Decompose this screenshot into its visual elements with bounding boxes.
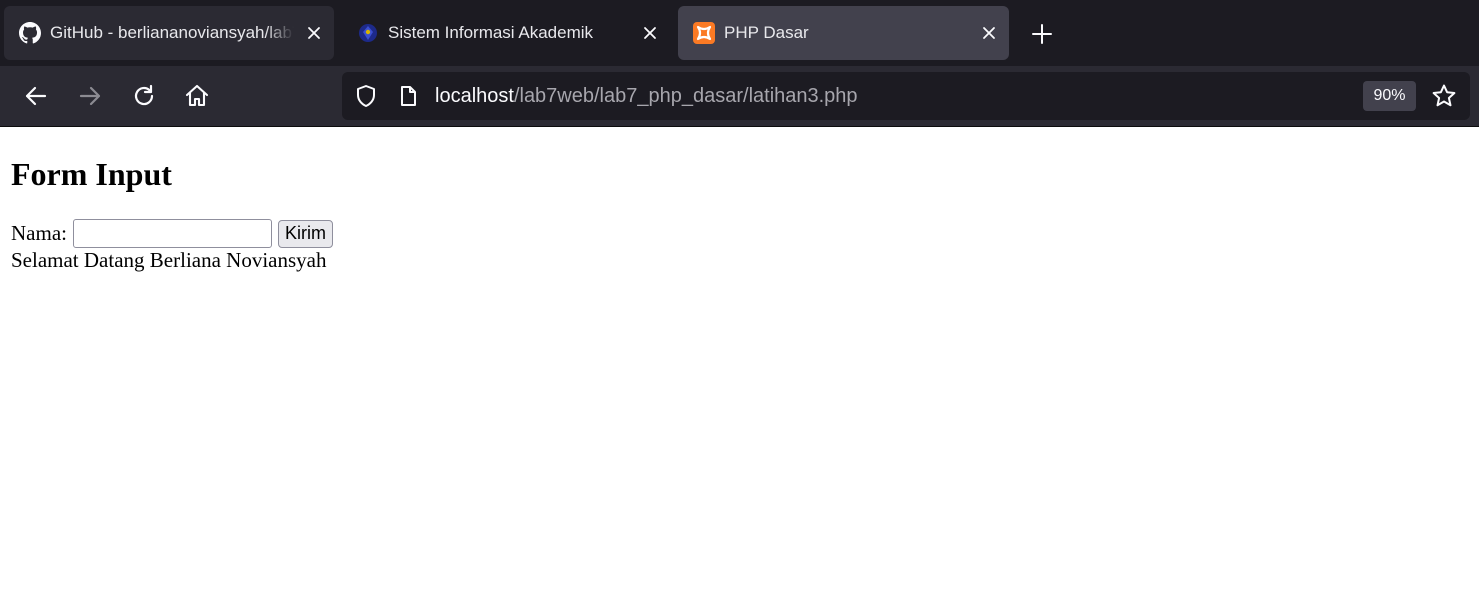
url-host: localhost <box>435 85 514 107</box>
tab-title: Sistem Informasi Akademik <box>388 23 594 42</box>
tab-siakad[interactable]: Sistem Informasi Akademik <box>342 6 670 60</box>
bookmark-star-icon[interactable] <box>1431 83 1457 109</box>
submit-button[interactable]: Kirim <box>277 219 333 248</box>
forward-button[interactable] <box>73 79 107 113</box>
name-form: Nama: Kirim <box>11 219 333 248</box>
reload-button[interactable] <box>127 79 161 113</box>
greeting-message: Selamat Datang Berliana Noviansyah <box>11 248 327 272</box>
name-input[interactable] <box>72 219 272 248</box>
page-content: Form Input Nama: Kirim Selamat Datang Be… <box>11 127 1479 598</box>
reload-icon <box>134 84 154 106</box>
university-crest-icon <box>357 22 379 44</box>
name-label: Nama: <box>11 221 67 245</box>
close-icon[interactable] <box>294 26 334 40</box>
new-tab-button[interactable] <box>1024 16 1060 52</box>
url-path: /lab7web/lab7_php_dasar/latihan3.php <box>513 85 858 107</box>
tab-title: GitHub - berliananoviansyah/lab7web <box>50 23 294 42</box>
xampp-icon <box>693 22 715 44</box>
page-title: Form Input <box>11 156 172 192</box>
url-text[interactable]: localhost/lab7web/lab7_php_dasar/latihan… <box>435 84 858 108</box>
shield-icon[interactable] <box>354 84 378 108</box>
zoom-indicator[interactable]: 90% <box>1363 81 1416 111</box>
tab-strip: GitHub - berliananoviansyah/lab7web Sist… <box>0 0 1479 66</box>
home-icon <box>185 84 209 107</box>
page-icon[interactable] <box>396 84 420 108</box>
arrow-right-icon <box>79 86 101 106</box>
github-icon <box>19 22 41 44</box>
tab-github[interactable]: GitHub - berliananoviansyah/lab7web <box>4 6 334 60</box>
tab-title: PHP Dasar <box>724 23 809 42</box>
tab-php-dasar[interactable]: PHP Dasar <box>678 6 1009 60</box>
plus-icon <box>1032 24 1052 44</box>
arrow-left-icon <box>25 86 47 106</box>
address-bar[interactable]: localhost/lab7web/lab7_php_dasar/latihan… <box>342 72 1470 120</box>
close-icon[interactable] <box>630 26 670 40</box>
navigation-toolbar: localhost/lab7web/lab7_php_dasar/latihan… <box>0 66 1479 126</box>
home-button[interactable] <box>180 79 214 113</box>
back-button[interactable] <box>19 79 53 113</box>
close-icon[interactable] <box>969 26 1009 40</box>
